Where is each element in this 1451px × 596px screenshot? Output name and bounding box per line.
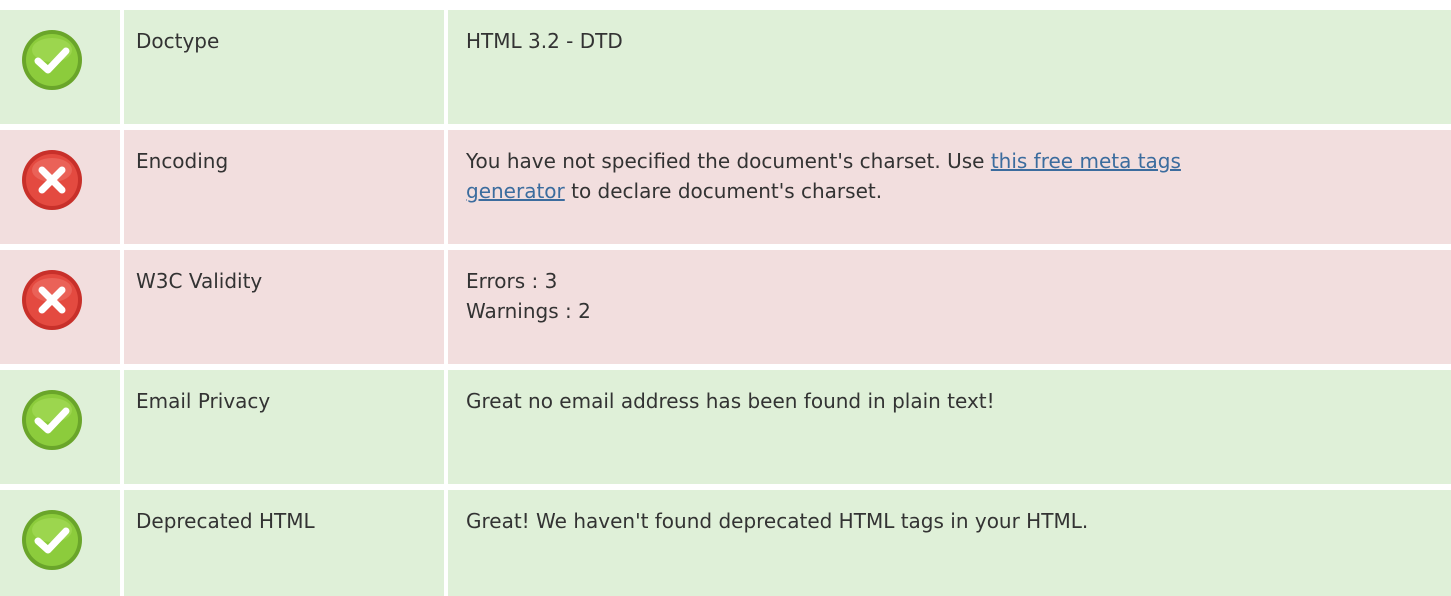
doctype-value: HTML 3.2 - DTD bbox=[466, 29, 623, 53]
row-label: Encoding bbox=[136, 149, 229, 173]
warnings-count: Warnings : 2 bbox=[466, 299, 591, 323]
status-cell bbox=[0, 10, 120, 124]
table-row-w3c-validity: W3C Validity Errors : 3 Warnings : 2 bbox=[0, 250, 1451, 364]
encoding-text-before-link: You have not specified the document's ch… bbox=[466, 149, 991, 173]
email-privacy-value: Great no email address has been found in… bbox=[466, 389, 995, 413]
label-cell: Email Privacy bbox=[124, 370, 444, 484]
status-cell bbox=[0, 370, 120, 484]
status-cell bbox=[0, 130, 120, 244]
encoding-text-after-link: to declare document's charset. bbox=[564, 179, 883, 203]
deprecated-html-value: Great! We haven't found deprecated HTML … bbox=[466, 509, 1089, 533]
row-value: You have not specified the document's ch… bbox=[466, 146, 1431, 206]
x-circle-icon bbox=[22, 150, 82, 210]
row-value: Errors : 3 Warnings : 2 bbox=[466, 266, 1431, 326]
table-row-doctype: Doctype HTML 3.2 - DTD bbox=[0, 10, 1451, 124]
row-label: Doctype bbox=[136, 29, 220, 53]
check-circle-icon bbox=[22, 30, 82, 90]
label-cell: W3C Validity bbox=[124, 250, 444, 364]
check-circle-icon bbox=[22, 510, 82, 570]
meta-tags-generator-link-continued[interactable]: generator bbox=[466, 179, 565, 203]
status-cell bbox=[0, 490, 120, 596]
row-label: W3C Validity bbox=[136, 269, 263, 293]
label-cell: Doctype bbox=[124, 10, 444, 124]
row-value: Great no email address has been found in… bbox=[466, 386, 1431, 416]
encoding-value-line1: You have not specified the document's ch… bbox=[466, 146, 1431, 176]
value-cell: You have not specified the document's ch… bbox=[448, 130, 1451, 244]
table-row-email-privacy: Email Privacy Great no email address has… bbox=[0, 370, 1451, 484]
table-row-deprecated-html: Deprecated HTML Great! We haven't found … bbox=[0, 490, 1451, 596]
value-cell: HTML 3.2 - DTD bbox=[448, 10, 1451, 124]
row-label: Email Privacy bbox=[136, 389, 271, 413]
encoding-value-line2: generator to declare document's charset. bbox=[466, 176, 1431, 206]
table-row-encoding: Encoding You have not specified the docu… bbox=[0, 130, 1451, 244]
status-cell bbox=[0, 250, 120, 364]
row-value: Great! We haven't found deprecated HTML … bbox=[466, 506, 1431, 536]
row-value: HTML 3.2 - DTD bbox=[466, 26, 1431, 56]
errors-count: Errors : 3 bbox=[466, 269, 558, 293]
value-cell: Great! We haven't found deprecated HTML … bbox=[448, 490, 1451, 596]
label-cell: Encoding bbox=[124, 130, 444, 244]
check-circle-icon bbox=[22, 390, 82, 450]
label-cell: Deprecated HTML bbox=[124, 490, 444, 596]
meta-tags-generator-link[interactable]: this free meta tags bbox=[991, 149, 1181, 173]
row-label: Deprecated HTML bbox=[136, 509, 315, 533]
value-cell: Great no email address has been found in… bbox=[448, 370, 1451, 484]
x-circle-icon bbox=[22, 270, 82, 330]
value-cell: Errors : 3 Warnings : 2 bbox=[448, 250, 1451, 364]
